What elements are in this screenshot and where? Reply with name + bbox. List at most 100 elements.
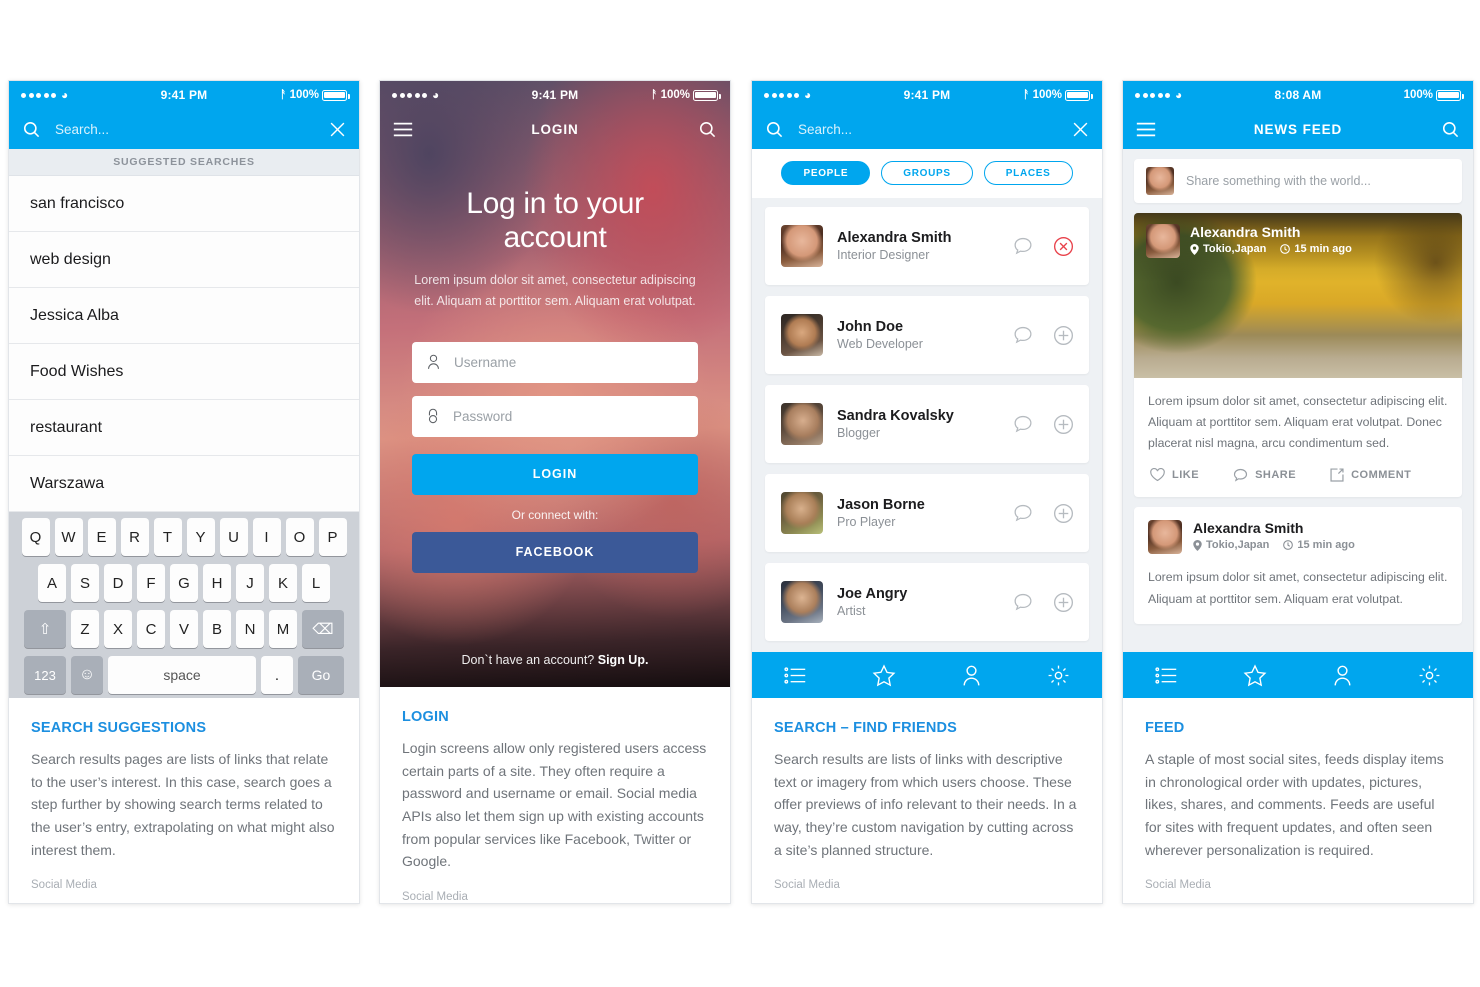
message-icon[interactable] [1012,324,1034,346]
key-b[interactable]: B [203,610,231,648]
gear-icon[interactable] [1047,664,1070,687]
facebook-login-button[interactable]: FACEBOOK [412,531,698,573]
username-field[interactable]: Username [412,341,698,383]
key-c[interactable]: C [137,610,165,648]
location-pin-icon [1190,243,1199,255]
tab-groups[interactable]: GROUPS [881,161,973,185]
search-icon[interactable] [698,120,717,139]
list-item[interactable]: Sandra Kovalsky Blogger [765,385,1089,463]
message-icon[interactable] [1012,413,1034,435]
password-field[interactable]: Password [412,395,698,437]
friend-name: Alexandra Smith [837,230,952,246]
list-item[interactable]: Jessica Alba [9,288,359,344]
caption-block: LOGIN Login screens allow only registere… [380,687,730,903]
hamburger-menu-icon[interactable] [1136,122,1156,137]
comment-button[interactable]: COMMENT [1330,468,1411,482]
post-composer[interactable]: Share something with the world... [1134,159,1462,203]
key-s[interactable]: S [71,564,99,602]
search-input[interactable]: Search... [794,122,1062,137]
list-item[interactable]: Alexandra Smith Interior Designer [765,207,1089,285]
list-icon[interactable] [1155,666,1178,685]
key-z[interactable]: Z [71,610,99,648]
key-l[interactable]: L [302,564,330,602]
key-o[interactable]: O [285,518,314,556]
backspace-key-icon[interactable]: ⌫ [302,610,344,648]
list-item[interactable]: web design [9,232,359,288]
list-item[interactable]: Food Wishes [9,344,359,400]
add-friend-icon[interactable] [1052,324,1075,347]
key-a[interactable]: A [38,564,66,602]
key-y[interactable]: Y [186,518,215,556]
key-p[interactable]: P [318,518,347,556]
search-input[interactable]: Search... [51,122,319,137]
key-q[interactable]: Q [21,518,50,556]
battery-percent: 100% [289,89,319,101]
key-d[interactable]: D [104,564,132,602]
tab-places[interactable]: PLACES [983,161,1073,185]
shift-key-icon[interactable]: ⇧ [24,610,66,648]
list-item[interactable]: Jason Borne Pro Player [765,474,1089,552]
avatar [1146,167,1174,195]
star-icon[interactable] [1243,663,1267,687]
post-body: Lorem ipsum dolor sit amet, consectetur … [1134,378,1462,454]
search-icon[interactable] [1441,120,1460,139]
status-bar: ◕ 9:41 PM ᚨ 100% [380,81,730,109]
key-j[interactable]: J [236,564,264,602]
login-button[interactable]: LOGIN [412,453,698,495]
key-h[interactable]: H [203,564,231,602]
add-friend-icon[interactable] [1052,413,1075,436]
remove-friend-icon[interactable] [1052,235,1075,258]
go-key[interactable]: Go [298,656,344,694]
search-icon[interactable] [765,120,784,139]
message-icon[interactable] [1012,502,1034,524]
list-item[interactable]: John Doe Web Developer [765,296,1089,374]
key-n[interactable]: N [236,610,264,648]
list-item[interactable]: restaurant [9,400,359,456]
key-f[interactable]: F [137,564,165,602]
key-v[interactable]: V [170,610,198,648]
list-icon[interactable] [784,666,807,685]
composer-input[interactable]: Share something with the world... [1186,174,1371,188]
clock-icon [1283,540,1294,551]
person-icon[interactable] [961,664,982,687]
caption-body: Login screens allow only registered user… [402,739,707,870]
star-icon[interactable] [872,663,896,687]
keyboard-row-4: 123 ☺ space . Go [12,656,356,694]
key-m[interactable]: M [269,610,297,648]
status-bar: ◕ 8:08 AM 100% [1123,81,1473,109]
caption-body: Search results pages are lists of links … [31,751,335,858]
message-icon[interactable] [1012,591,1034,613]
search-icon[interactable] [22,120,41,139]
key-r[interactable]: R [120,518,149,556]
add-friend-icon[interactable] [1052,591,1075,614]
gear-icon[interactable] [1418,664,1441,687]
avatar [781,403,823,445]
emoji-key-icon[interactable]: ☺ [71,656,103,694]
space-key[interactable]: space [108,656,256,694]
hamburger-menu-icon[interactable] [393,122,413,137]
person-icon[interactable] [1332,664,1353,687]
like-button[interactable]: LIKE [1150,468,1199,482]
numbers-key[interactable]: 123 [24,656,66,694]
phone-screen-feed: ◕ 8:08 AM 100% NEWS FEED Share something… [1123,81,1473,698]
list-item[interactable]: Joe Angry Artist [765,563,1089,641]
message-icon[interactable] [1012,235,1034,257]
key-e[interactable]: E [87,518,116,556]
close-icon[interactable] [1072,121,1089,138]
tab-people[interactable]: PEOPLE [781,161,871,185]
key-i[interactable]: I [252,518,281,556]
key-x[interactable]: X [104,610,132,648]
close-icon[interactable] [329,121,346,138]
add-friend-icon[interactable] [1052,502,1075,525]
key-g[interactable]: G [170,564,198,602]
list-item[interactable]: san francisco [9,176,359,232]
key-t[interactable]: T [153,518,182,556]
period-key[interactable]: . [261,656,293,694]
bluetooth-icon: ᚨ [650,89,658,101]
signup-link[interactable]: Sign Up. [598,653,649,667]
key-u[interactable]: U [219,518,248,556]
list-item[interactable]: Warszawa [9,456,359,512]
key-k[interactable]: K [269,564,297,602]
share-button[interactable]: SHARE [1233,468,1296,483]
key-w[interactable]: W [54,518,83,556]
